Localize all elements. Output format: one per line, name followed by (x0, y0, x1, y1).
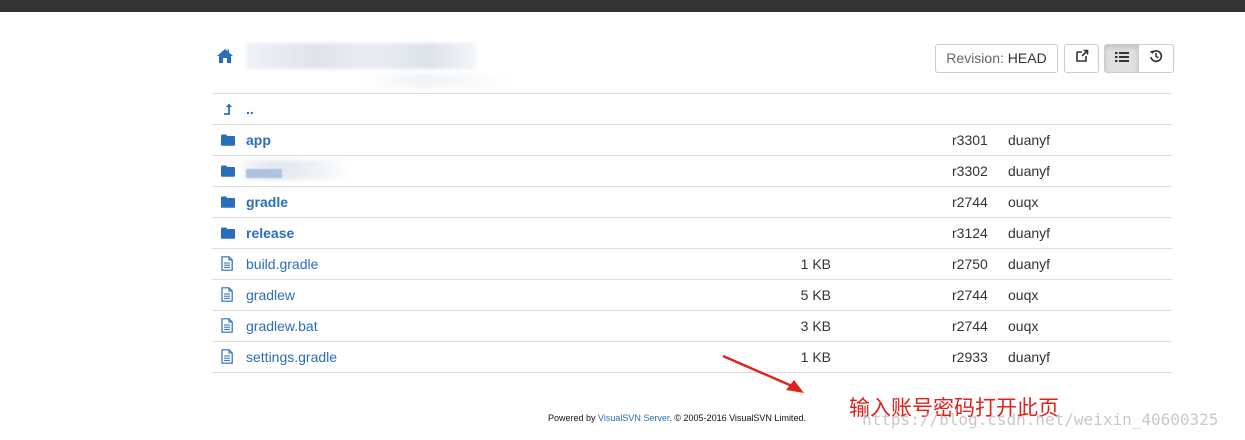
revision-number: r3124 (952, 225, 988, 241)
history-icon (1149, 49, 1163, 68)
author-name: ouqx (1008, 318, 1039, 334)
table-row[interactable]: gradle r2744 ouqx (212, 187, 1172, 218)
table-row[interactable]: gradlew.bat 3 KB r2744 ouqx (212, 311, 1172, 342)
watermark: https://blog.csdn.net/weixin_40600325 (862, 410, 1219, 429)
revision-number: r2744 (952, 318, 988, 334)
table-row[interactable]: settings.gradle 1 KB r2933 duanyf (212, 342, 1172, 373)
footer-copyright: . © 2005-2016 VisualSVN Limited. (669, 413, 806, 423)
revision-value: HEAD (1007, 50, 1047, 66)
parent-directory-link[interactable]: .. (246, 101, 254, 117)
visualsvn-link[interactable]: VisualSVN Server (598, 413, 669, 423)
table-row[interactable]: app r3301 duanyf (212, 125, 1172, 156)
file-size: 5 KB (800, 287, 831, 303)
home-icon[interactable] (216, 47, 234, 65)
folder-icon (221, 133, 235, 147)
author-name: ouqx (1008, 194, 1039, 210)
folder-link[interactable]: release (246, 225, 294, 241)
table-row[interactable]: build.gradle 1 KB r2750 duanyf (212, 249, 1172, 280)
footer-prefix: Powered by (548, 413, 599, 423)
author-name: duanyf (1008, 132, 1051, 148)
folder-icon (221, 164, 235, 178)
table-row-parent[interactable]: .. (212, 94, 1172, 125)
file-link[interactable]: build.gradle (246, 256, 318, 272)
revision-number: r3302 (952, 163, 988, 179)
revision-button[interactable]: Revision: HEAD (935, 44, 1058, 73)
table-row[interactable]: r3302 duanyf (212, 156, 1172, 187)
file-size: 3 KB (800, 318, 831, 334)
author-name: ouqx (1008, 287, 1039, 303)
author-name: duanyf (1008, 225, 1051, 241)
list-view-button[interactable] (1104, 44, 1139, 73)
folder-icon (221, 195, 235, 209)
file-text-icon (221, 349, 235, 364)
file-listing: .. app r3301 duanyf r3302 duanyf gradle r2744 o… (212, 93, 1172, 373)
rows-container: app r3301 duanyf r3302 duanyf gradle r2744 ouqx… (212, 125, 1172, 373)
folder-icon (221, 226, 235, 240)
revision-number: r2750 (952, 256, 988, 272)
file-link[interactable]: gradlew.bat (246, 318, 318, 334)
top-bar (0, 0, 1245, 12)
table-row[interactable]: release r3124 duanyf (212, 218, 1172, 249)
file-link[interactable]: gradlew (246, 287, 295, 303)
revision-label: Revision: (946, 50, 1004, 66)
obscured-name-mark (246, 169, 282, 178)
list-icon (1114, 50, 1129, 68)
open-external-button[interactable] (1064, 44, 1099, 73)
revision-number: r2933 (952, 349, 988, 365)
level-up-icon (221, 102, 235, 116)
author-name: duanyf (1008, 349, 1051, 365)
external-link-icon (1075, 49, 1089, 68)
breadcrumb-path-shadow (362, 74, 512, 88)
file-size: 1 KB (800, 256, 831, 272)
revision-number: r2744 (952, 287, 988, 303)
file-link[interactable]: settings.gradle (246, 349, 337, 365)
folder-link[interactable]: app (246, 132, 271, 148)
revision-number: r3301 (952, 132, 988, 148)
folder-link[interactable]: gradle (246, 194, 288, 210)
revision-number: r2744 (952, 194, 988, 210)
header: Revision: HEAD (212, 40, 1174, 88)
history-button[interactable] (1139, 44, 1174, 73)
footer: Powered by VisualSVN Server. © 2005-2016… (548, 413, 806, 423)
file-text-icon (221, 318, 235, 333)
file-text-icon (221, 287, 235, 302)
table-row[interactable]: gradlew 5 KB r2744 ouqx (212, 280, 1172, 311)
author-name: duanyf (1008, 163, 1051, 179)
view-button-group (1064, 44, 1174, 73)
breadcrumb-path-obscured (246, 43, 476, 69)
author-name: duanyf (1008, 256, 1051, 272)
file-text-icon (221, 256, 235, 271)
annotation-arrow (722, 354, 804, 393)
